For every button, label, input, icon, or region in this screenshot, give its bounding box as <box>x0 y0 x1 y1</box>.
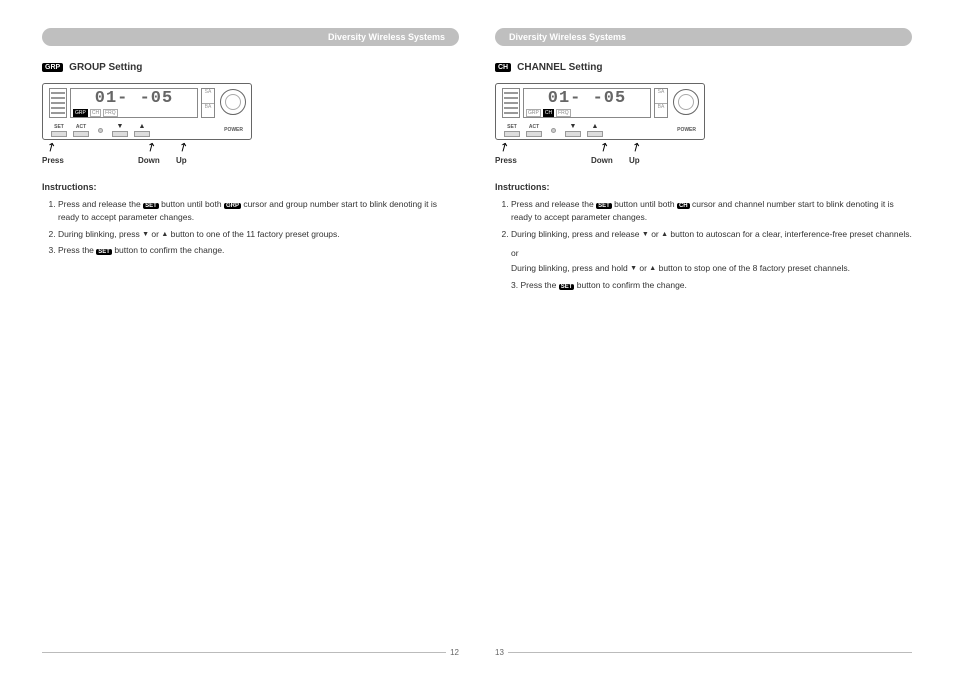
section-title-text: CHANNEL Setting <box>517 62 602 73</box>
lcd-right: SA BA <box>654 88 668 118</box>
ch-badge: CH <box>495 63 511 72</box>
act-button <box>526 131 542 137</box>
lcd-digits: 01- -05 <box>71 89 197 108</box>
header-text: Diversity Wireless Systems <box>328 32 445 42</box>
up-button <box>134 131 150 137</box>
act-button <box>73 131 89 137</box>
volume-knob <box>673 89 699 115</box>
instructions-heading: Instructions: <box>42 182 459 192</box>
instruction-step: Press and release the SET button until b… <box>511 198 912 224</box>
header-text: Diversity Wireless Systems <box>509 32 626 42</box>
down-label: Down <box>591 156 613 165</box>
volume-knob <box>220 89 246 115</box>
down-icon: ▼ <box>570 123 577 130</box>
indicator-grp: GRP <box>526 109 541 117</box>
up-label: Up <box>176 156 187 165</box>
section-title-group: GRP GROUP Setting <box>42 62 459 73</box>
or-text: or <box>511 248 912 258</box>
header-bar-left: Diversity Wireless Systems <box>42 28 459 46</box>
arrow-icon: ↗ <box>596 138 612 155</box>
instruction-step: Press the SET button to confirm the chan… <box>58 244 459 257</box>
led-indicator <box>98 128 103 133</box>
up-label: Up <box>629 156 640 165</box>
instruction-step: During blinking, press and release ▼ or … <box>511 228 912 241</box>
down-icon: ▼ <box>117 123 124 130</box>
lcd-main: 01- -05 GRP CH FRQ <box>523 88 651 118</box>
arrow-icon: ↗ <box>628 138 644 155</box>
up-button <box>587 131 603 137</box>
set-button <box>504 131 520 137</box>
device-diagram-left: 01- -05 GRP CH FRQ SA BA SET ACT ▼ <box>42 83 252 168</box>
page-footer-left: 12 <box>42 648 459 657</box>
lcd-main: 01- -05 GRP CH FRQ <box>70 88 198 118</box>
instruction-step: Press and release the SET button until b… <box>58 198 459 224</box>
arrow-icon: ↗ <box>143 138 159 155</box>
instruction-step: During blinking, press ▼ or ▲ button to … <box>58 228 459 241</box>
indicator-grp: GRP <box>73 109 88 117</box>
arrow-icon: ↗ <box>175 138 191 155</box>
lcd-meter <box>49 88 67 118</box>
press-label: Press <box>42 156 64 165</box>
page-number: 12 <box>450 648 459 657</box>
instructions-list-right: Press and release the SET button until b… <box>495 198 912 244</box>
sub-instruction: During blinking, press and hold ▼ or ▲ b… <box>511 262 912 275</box>
lcd-right: SA BA <box>201 88 215 118</box>
indicator-frq: FRQ <box>103 109 118 117</box>
power-label: POWER <box>224 127 243 133</box>
instruction-step-3: 3. Press the SET button to confirm the c… <box>511 279 912 292</box>
lcd-digits: 01- -05 <box>524 89 650 108</box>
instructions-list-left: Press and release the SET button until b… <box>42 198 459 261</box>
led-indicator <box>551 128 556 133</box>
set-button <box>51 131 67 137</box>
down-button <box>112 131 128 137</box>
section-title-channel: CH CHANNEL Setting <box>495 62 912 73</box>
arrow-icon: ↗ <box>496 138 512 155</box>
down-button <box>565 131 581 137</box>
indicator-ch: CH <box>90 109 101 117</box>
indicator-ch: CH <box>543 109 554 117</box>
device-diagram-right: 01- -05 GRP CH FRQ SA BA SET ACT ▼ <box>495 83 705 168</box>
up-icon: ▲ <box>592 123 599 130</box>
press-label: Press <box>495 156 517 165</box>
grp-badge: GRP <box>42 63 63 72</box>
arrow-icon: ↗ <box>43 138 59 155</box>
instructions-heading: Instructions: <box>495 182 912 192</box>
up-icon: ▲ <box>139 123 146 130</box>
down-label: Down <box>138 156 160 165</box>
page-right: Diversity Wireless Systems CH CHANNEL Se… <box>477 28 930 657</box>
lcd-meter <box>502 88 520 118</box>
power-label: POWER <box>677 127 696 133</box>
section-title-text: GROUP Setting <box>69 62 142 73</box>
indicator-frq: FRQ <box>556 109 571 117</box>
page-left: Diversity Wireless Systems GRP GROUP Set… <box>24 28 477 657</box>
header-bar-right: Diversity Wireless Systems <box>495 28 912 46</box>
page-number: 13 <box>495 648 504 657</box>
page-footer-right: 13 <box>495 648 912 657</box>
